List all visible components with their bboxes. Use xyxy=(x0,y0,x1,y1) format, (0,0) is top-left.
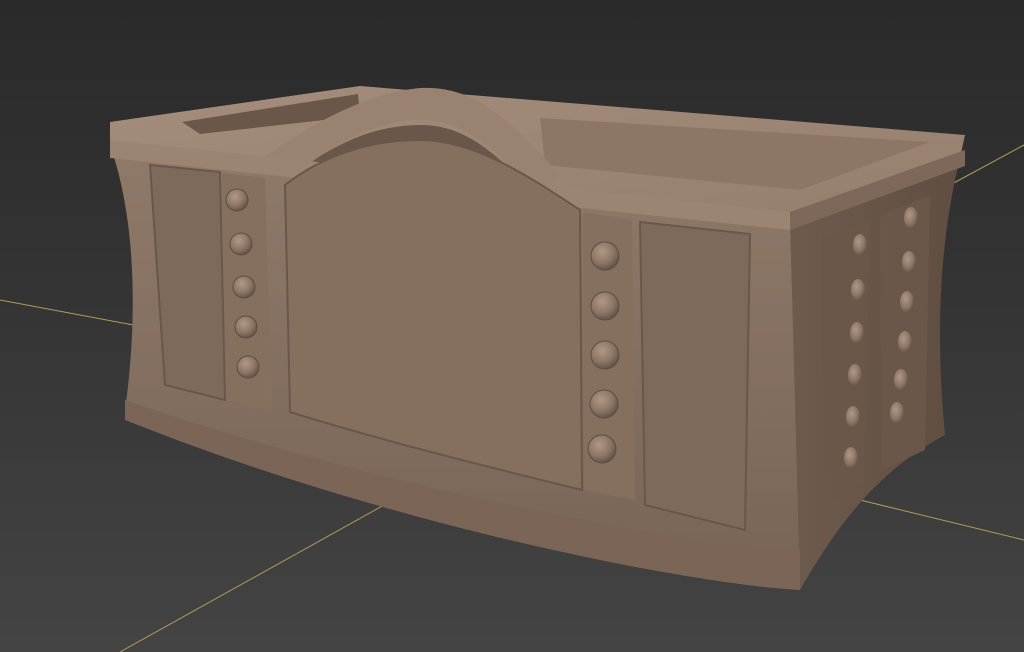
rivet xyxy=(846,406,860,428)
rivet xyxy=(900,291,914,313)
planter-box-model[interactable] xyxy=(110,86,965,590)
rivet xyxy=(851,279,865,301)
rivet xyxy=(898,331,912,353)
side-face xyxy=(790,158,960,590)
rivet xyxy=(890,402,904,424)
rivet xyxy=(590,241,620,271)
rivet xyxy=(894,369,908,391)
rivet xyxy=(848,364,862,386)
grid-axis-x-far xyxy=(859,499,1024,541)
front-right-panel xyxy=(638,220,752,532)
rivet xyxy=(590,291,620,321)
rivet xyxy=(853,234,867,256)
3d-viewport[interactable] xyxy=(0,0,1024,652)
rivet xyxy=(587,434,617,464)
rivet xyxy=(589,389,619,419)
viewport-scene[interactable] xyxy=(0,0,1024,652)
grid-axis-y xyxy=(119,484,421,652)
rivet xyxy=(234,315,258,339)
rivet xyxy=(229,232,253,256)
rivet xyxy=(590,340,620,370)
rivet xyxy=(904,207,918,229)
rivet xyxy=(232,275,256,299)
rivet xyxy=(850,322,864,344)
rivet xyxy=(902,251,916,273)
rivet xyxy=(236,355,260,379)
rivet xyxy=(844,447,858,469)
rivet xyxy=(225,188,249,212)
